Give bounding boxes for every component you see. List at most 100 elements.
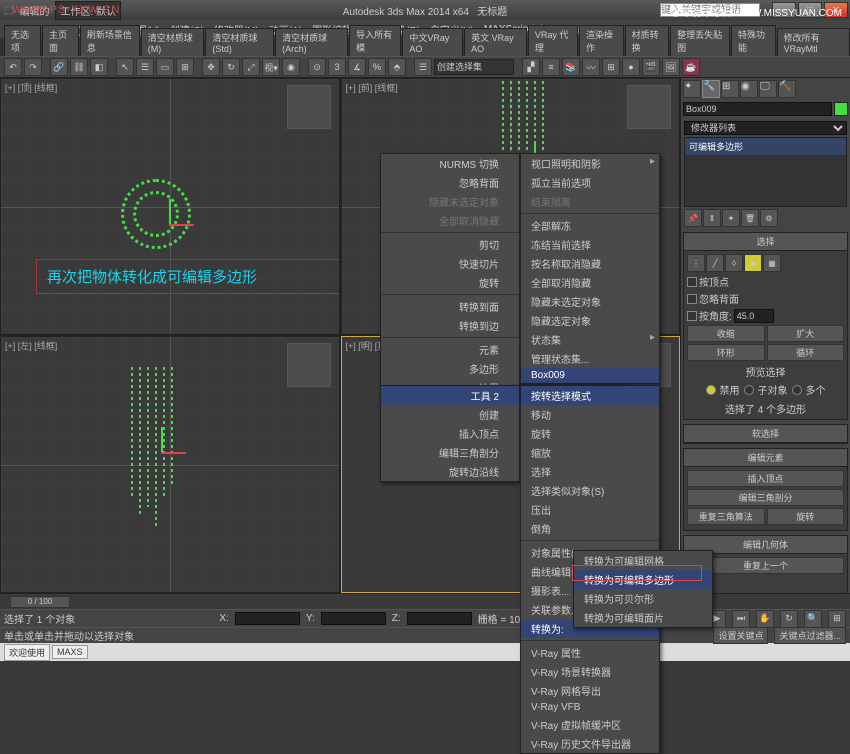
snap-button[interactable]: 3	[328, 58, 346, 76]
mi[interactable]: 转换到边	[381, 316, 519, 335]
mi-object[interactable]: Box009	[521, 368, 659, 383]
vertex-so-button[interactable]: ⋮	[687, 254, 705, 272]
tab[interactable]: 清空材质球(M)	[141, 28, 205, 56]
mi-spinedge[interactable]: 旋转边沿线	[381, 462, 519, 481]
mi[interactable]: 压出	[521, 500, 659, 519]
mi[interactable]: 全部解冻	[521, 216, 659, 235]
remove-mod-button[interactable]: 🗑	[741, 209, 759, 227]
mi[interactable]: 隐藏未选定对象	[521, 292, 659, 311]
mi[interactable]: 快速切片	[381, 254, 519, 273]
pctsnap-button[interactable]: %	[368, 58, 386, 76]
modifier-list-dropdown[interactable]: 修改器列表	[684, 121, 847, 135]
viewcube[interactable]	[287, 343, 331, 387]
anglesnap-button[interactable]: ∡	[348, 58, 366, 76]
time-slider[interactable]: 0 / 100	[0, 593, 850, 609]
polygon-so-button[interactable]: ■	[744, 254, 762, 272]
tab[interactable]: 导入所有模	[349, 25, 401, 56]
mi-convert-patch[interactable]: 转换为可编辑面片	[574, 608, 712, 627]
spin-button[interactable]: 旋转	[767, 508, 845, 525]
select-rect-button[interactable]: ▭	[156, 58, 174, 76]
viewcube[interactable]	[287, 85, 331, 129]
edit-tri-button[interactable]: 编辑三角剖分	[687, 489, 844, 506]
time-slider-handle[interactable]: 0 / 100	[10, 596, 70, 608]
mi[interactable]: V-Ray 历史文件导出器	[521, 734, 659, 753]
object-color-swatch[interactable]	[834, 102, 848, 116]
viewport-left[interactable]: [+] [左] [线框]	[0, 336, 340, 593]
zoom-button[interactable]: 🔍	[804, 610, 822, 628]
rollout-title[interactable]: 软选择	[684, 425, 847, 443]
tab[interactable]: 刷新场景信息	[80, 25, 140, 56]
object-name-input[interactable]	[683, 102, 832, 116]
mirror-button[interactable]: ▞	[522, 58, 540, 76]
mi-create[interactable]: 创建	[381, 405, 519, 424]
mi[interactable]: 旋转	[381, 273, 519, 292]
rollout-title[interactable]: 编辑元素	[684, 449, 847, 467]
undo-button[interactable]: ↶	[4, 58, 22, 76]
render-frame-button[interactable]: 🖼	[662, 58, 680, 76]
shrink-button[interactable]: 收缩	[687, 325, 765, 342]
tab[interactable]: 修改所有VRayMtl	[777, 28, 850, 56]
mi[interactable]: V-Ray 网格导出	[521, 681, 659, 700]
modify-tab[interactable]: 🔧	[702, 80, 720, 98]
preview-sub-radio[interactable]	[744, 385, 754, 395]
insert-vertex-button[interactable]: 插入顶点	[687, 470, 844, 487]
mi[interactable]: 选择	[521, 462, 659, 481]
tab[interactable]: 清空材质球(Std)	[205, 28, 274, 56]
mi[interactable]: 选择类似对象(S)	[521, 481, 659, 500]
retri-button[interactable]: 重复三角算法	[687, 508, 765, 525]
tab[interactable]: 主页面	[42, 25, 79, 56]
align-button[interactable]: ≡	[542, 58, 560, 76]
tab[interactable]: 渲染操作	[579, 25, 624, 56]
mi[interactable]: V-Ray 场景转换器	[521, 662, 659, 681]
tab[interactable]: 中文VRay AO	[402, 28, 463, 56]
tab[interactable]: 特殊功能	[731, 25, 776, 56]
mi[interactable]: V-Ray 虚拟帧缓冲区	[521, 715, 659, 734]
pivot-button[interactable]: ◉	[282, 58, 300, 76]
tab[interactable]: 无选项	[4, 25, 41, 56]
setkey-button[interactable]: 设置关键点	[713, 627, 768, 644]
tab[interactable]: VRay 代理	[528, 25, 578, 56]
preview-mul-radio[interactable]	[792, 385, 802, 395]
y-coord-input[interactable]	[321, 612, 386, 625]
mi[interactable]: 按转选择模式	[521, 386, 659, 405]
pin-stack-button[interactable]: 📌	[684, 209, 702, 227]
mi[interactable]: V-Ray 属性	[521, 643, 659, 662]
transform-gizmo[interactable]	[141, 432, 181, 472]
bind-button[interactable]: ◧	[90, 58, 108, 76]
rotate-button[interactable]: ↻	[222, 58, 240, 76]
mi[interactable]: NURMS 切换	[381, 154, 519, 173]
mi[interactable]: V-Ray VFB	[521, 700, 659, 715]
motion-tab[interactable]: ◉	[740, 80, 758, 98]
create-tab[interactable]: ✦	[683, 80, 701, 98]
tab[interactable]: 英文 VRay AO	[464, 28, 527, 56]
grow-button[interactable]: 扩大	[767, 325, 845, 342]
mi[interactable]: 转换到面	[381, 297, 519, 316]
mi[interactable]: 移动	[521, 405, 659, 424]
mi[interactable]: 旋转	[521, 424, 659, 443]
viewport-label[interactable]: [+] [顶] [线框]	[5, 81, 57, 94]
editsel-button[interactable]: ☰	[414, 58, 432, 76]
material-editor-button[interactable]: ●	[622, 58, 640, 76]
orbit-button[interactable]: ↻	[780, 610, 798, 628]
mi[interactable]: 隐藏选定对象	[521, 311, 659, 330]
schematic-button[interactable]: ⊞	[602, 58, 620, 76]
tab[interactable]: 清空材质球(Arch)	[275, 28, 348, 56]
mi-edittri[interactable]: 编辑三角剖分	[381, 443, 519, 462]
angle-spinner[interactable]	[734, 309, 774, 323]
mi-insertv[interactable]: 插入顶点	[381, 424, 519, 443]
named-selection-combo[interactable]: 创建选择集	[434, 59, 514, 75]
layers-button[interactable]: 📚	[562, 58, 580, 76]
play-end-button[interactable]: ⏭	[732, 610, 750, 628]
spinnersnap-button[interactable]: ⬘	[388, 58, 406, 76]
viewcube[interactable]	[627, 85, 671, 129]
window-crossing-button[interactable]: ⊞	[176, 58, 194, 76]
viewport-label[interactable]: [+] [前] [线框]	[346, 81, 398, 94]
viewport-top[interactable]: [+] [顶] [线框] 再次把物体转化成可编辑多边形	[0, 78, 340, 335]
render-button[interactable]: ☕	[682, 58, 700, 76]
mi[interactable]: 管理状态集...	[521, 349, 659, 368]
maxscript-tab[interactable]: MAXS	[52, 645, 88, 659]
ring-button[interactable]: 环形	[687, 344, 765, 361]
mi[interactable]: 忽略背面	[381, 173, 519, 192]
mi[interactable]: 状态集	[521, 330, 659, 349]
tab[interactable]: 整理丢失贴图	[670, 25, 730, 56]
